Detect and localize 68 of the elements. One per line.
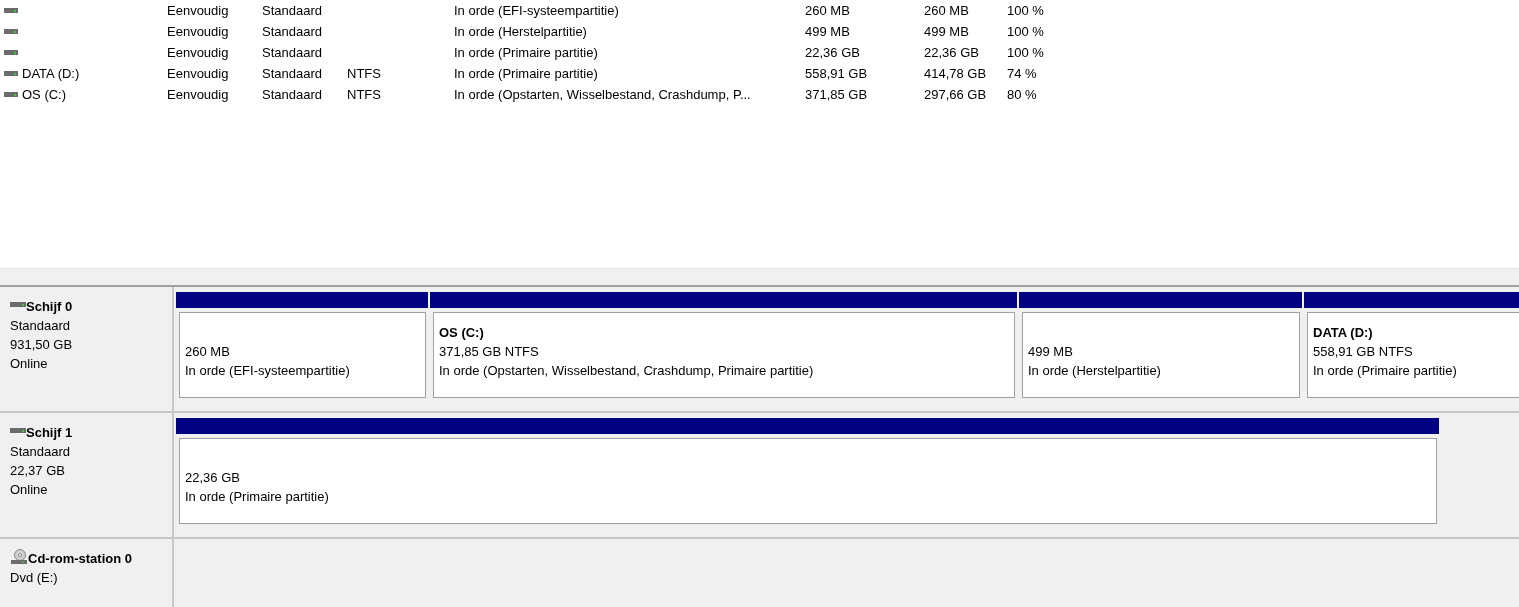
partition-title: OS (C:) [439,324,485,342]
layout-text: Eenvoudig [167,3,229,18]
filesystem-text: NTFS [347,87,381,102]
free-space-text: 297,66 GB [924,87,987,102]
free-space-text: 499 MB [924,24,969,39]
capacity-text: 499 MB [805,24,850,39]
disk-type: Standaard [10,317,71,335]
layout-text: Eenvoudig [167,24,229,39]
volume-name: DATA (D:) [22,66,80,81]
partition-box[interactable]: 499 MB In orde (Herstelpartitie) [1022,312,1300,398]
status-text: In orde (Primaire partitie) [454,45,598,60]
drive-icon [4,7,18,14]
disk-size: 22,37 GB [10,462,66,480]
layout-text: Eenvoudig [167,87,229,102]
partition-box[interactable]: 22,36 GB In orde (Primaire partitie) [179,438,1437,524]
status-text: In orde (Primaire partitie) [454,66,598,81]
splitter-bar[interactable] [0,268,1519,287]
volume-name: OS (C:) [22,87,67,102]
percent-free-text: 100 % [1007,3,1044,18]
percent-free-text: 100 % [1007,45,1044,60]
partition-size: 22,36 GB [185,469,241,487]
free-space-text: 414,78 GB [924,66,987,81]
disk-type: Dvd (E:) [10,569,59,587]
partition-status: In orde (Primaire partitie) [185,488,330,506]
partition-size: 260 MB [185,343,231,361]
disk-name: Schijf 0 [26,298,73,316]
status-text: In orde (EFI-systeempartitie) [454,3,619,18]
layout-text: Eenvoudig [167,45,229,60]
partition-status: In orde (Primaire partitie) [1313,362,1458,380]
partition-box[interactable]: OS (C:) 371,85 GB NTFS In orde (Opstarten, Wisselbestand, Crashdump, Primaire partitie) [433,312,1015,398]
layout-text: Eenvoudig [167,66,229,81]
partition-size: 371,85 GB NTFS [439,343,540,361]
type-text: Standaard [262,45,322,60]
type-text: Standaard [262,66,322,81]
status-text: In orde (Opstarten, Wisselbestand, Crashdump, P... [454,87,751,102]
free-space-text: 22,36 GB [924,45,979,60]
type-text: Standaard [262,3,322,18]
disk-state: Online [10,481,49,499]
partition-size: 499 MB [1028,343,1074,361]
capacity-text: 371,85 GB [805,87,868,102]
type-text: Standaard [262,24,322,39]
percent-free-text: 100 % [1007,24,1044,39]
filesystem-text: NTFS [347,66,381,81]
disk-state: Online [10,355,49,373]
partition-status: In orde (Opstarten, Wisselbestand, Crashdump, Primaire partitie) [439,362,815,380]
capacity-text: 558,91 GB [805,66,868,81]
partition-title: DATA (D:) [1313,324,1374,342]
free-space-text: 260 MB [924,3,969,18]
partition-size: 558,91 GB NTFS [1313,343,1414,361]
cd-drive-icon [10,548,28,565]
type-text: Standaard [262,87,322,102]
disk-size: 931,50 GB [10,336,74,354]
partition-status: In orde (Herstelpartitie) [1028,362,1162,380]
partition-box[interactable]: DATA (D:) 558,91 GB NTFS In orde (Primaire partitie) [1307,312,1519,398]
status-text: In orde (Herstelpartitie) [454,24,587,39]
partition-box[interactable]: 260 MB In orde (EFI-systeempartitie) [179,312,426,398]
disk-name: Schijf 1 [26,424,73,442]
percent-free-text: 74 % [1007,66,1037,81]
disk-type: Standaard [10,443,71,461]
capacity-text: 22,36 GB [805,45,860,60]
disk-name: Cd-rom-station 0 [28,550,132,568]
drive-icon [4,28,18,35]
percent-free-text: 80 % [1007,87,1037,102]
drive-icon [4,70,18,77]
drive-icon [4,49,18,56]
capacity-text: 260 MB [805,3,850,18]
drive-icon [4,91,18,98]
partition-status: In orde (EFI-systeempartitie) [185,362,351,380]
